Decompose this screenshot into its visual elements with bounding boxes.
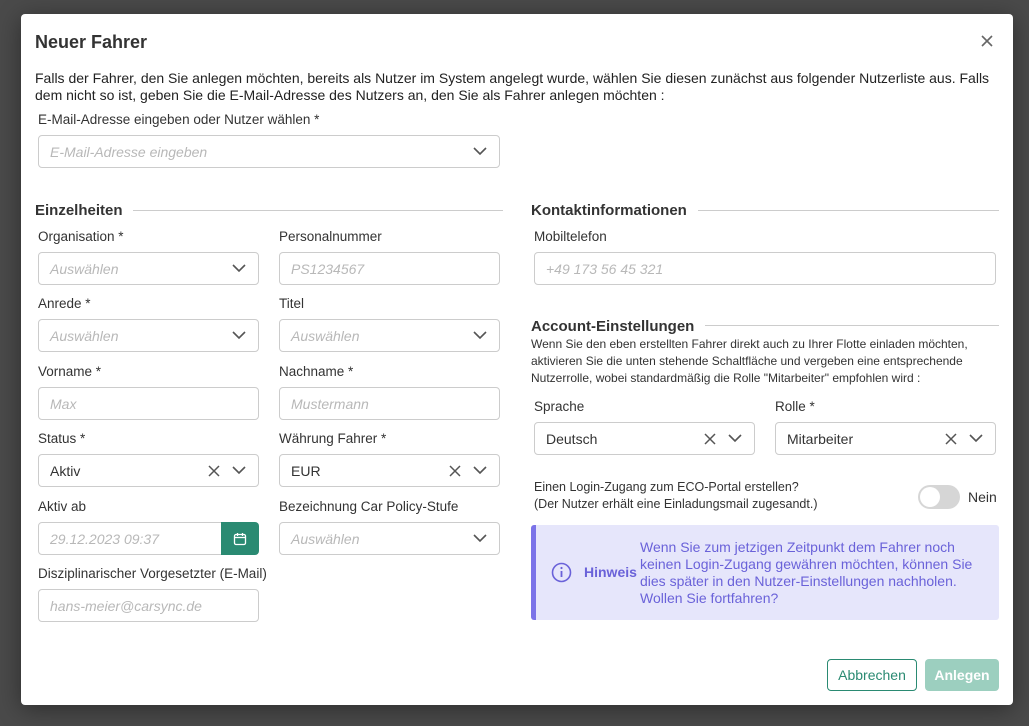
aktiv-ab-placeholder: 29.12.2023 09:37 <box>50 530 159 547</box>
create-button[interactable]: Anlegen <box>925 659 999 691</box>
nachname-input[interactable]: Mustermann <box>279 387 500 420</box>
personalnummer-label: Personalnummer <box>279 229 382 244</box>
clear-icon[interactable] <box>449 465 461 477</box>
cancel-button[interactable]: Abbrechen <box>827 659 917 691</box>
anrede-placeholder: Auswählen <box>50 327 119 344</box>
rolle-value: Mitarbeiter <box>787 430 854 447</box>
contact-section-title: Kontaktinformationen <box>531 202 687 219</box>
hint-label: Hinweis <box>584 564 637 580</box>
divider <box>698 210 999 211</box>
sprache-select[interactable]: Deutsch <box>534 422 755 455</box>
chevron-down-icon <box>728 434 742 443</box>
car-policy-label: Bezeichnung Car Policy-Stufe <box>279 499 459 514</box>
titel-select[interactable]: Auswählen <box>279 319 500 352</box>
organisation-label: Organisation * <box>38 229 124 244</box>
nachname-placeholder: Mustermann <box>291 395 369 412</box>
toggle-label: Nein <box>968 489 997 505</box>
login-toggle[interactable] <box>918 485 960 509</box>
clear-icon[interactable] <box>704 433 716 445</box>
status-select[interactable]: Aktiv <box>38 454 259 487</box>
calendar-button[interactable] <box>221 522 259 555</box>
chevron-down-icon <box>232 466 246 475</box>
sprache-label: Sprache <box>534 399 585 414</box>
clear-icon[interactable] <box>945 433 957 445</box>
titel-label: Titel <box>279 296 305 311</box>
mobil-label: Mobiltelefon <box>534 229 607 244</box>
mobil-placeholder: +49 173 56 45 321 <box>546 260 664 277</box>
status-value: Aktiv <box>50 462 81 479</box>
waehrung-select[interactable]: EUR <box>279 454 500 487</box>
titel-placeholder: Auswählen <box>291 327 360 344</box>
anrede-label: Anrede * <box>38 296 91 311</box>
toggle-knob <box>920 487 940 507</box>
new-driver-dialog: Neuer Fahrer Falls der Fahrer, den Sie a… <box>21 14 1013 705</box>
personalnummer-placeholder: PS1234567 <box>291 260 365 277</box>
account-section-title: Account-Einstellungen <box>531 318 695 335</box>
chevron-down-icon <box>473 147 487 156</box>
waehrung-label: Währung Fahrer * <box>279 431 387 446</box>
organisation-select[interactable]: Auswählen <box>38 252 259 285</box>
aktiv-ab-input[interactable]: 29.12.2023 09:37 <box>38 522 222 555</box>
login-note: (Der Nutzer erhält eine Einladungsmail z… <box>534 497 818 511</box>
email-select-label: E-Mail-Adresse eingeben oder Nutzer wähl… <box>38 112 320 127</box>
divider <box>705 325 999 326</box>
info-icon <box>551 562 572 583</box>
calendar-icon <box>233 532 247 545</box>
chevron-down-icon <box>473 534 487 543</box>
aktiv-ab-label: Aktiv ab <box>38 499 87 514</box>
hint-box: Hinweis Wenn Sie zum jetzigen Zeitpunkt … <box>531 525 999 620</box>
hint-text: Wenn Sie zum jetzigen Zeitpunkt dem Fahr… <box>640 539 973 606</box>
clear-icon[interactable] <box>208 465 220 477</box>
vorgesetzter-label: Disziplinarischer Vorgesetzter (E-Mail) <box>38 566 267 581</box>
dialog-intro: Falls der Fahrer, den Sie anlegen möchte… <box>35 70 990 103</box>
chevron-down-icon <box>232 331 246 340</box>
organisation-placeholder: Auswählen <box>50 260 119 277</box>
status-label: Status * <box>38 431 86 446</box>
chevron-down-icon <box>232 264 246 273</box>
vorgesetzter-input[interactable]: hans-meier@carsync.de <box>38 589 259 622</box>
sprache-value: Deutsch <box>546 430 598 447</box>
dialog-title: Neuer Fahrer <box>35 32 148 52</box>
car-policy-placeholder: Auswählen <box>291 530 360 547</box>
close-icon[interactable] <box>979 33 995 49</box>
vorname-placeholder: Max <box>50 395 77 412</box>
rolle-select[interactable]: Mitarbeiter <box>775 422 996 455</box>
chevron-down-icon <box>473 331 487 340</box>
waehrung-value: EUR <box>291 462 321 479</box>
nachname-label: Nachname * <box>279 364 354 379</box>
login-question: Einen Login-Zugang zum ECO-Portal erstel… <box>534 480 799 494</box>
chevron-down-icon <box>473 466 487 475</box>
vorname-label: Vorname * <box>38 364 102 379</box>
account-description: Wenn Sie den eben erstellten Fahrer dire… <box>531 337 968 385</box>
mobil-input[interactable]: +49 173 56 45 321 <box>534 252 996 285</box>
vorgesetzter-placeholder: hans-meier@carsync.de <box>50 597 202 614</box>
details-section-title: Einzelheiten <box>35 202 123 219</box>
personalnummer-input[interactable]: PS1234567 <box>279 252 500 285</box>
vorname-input[interactable]: Max <box>38 387 259 420</box>
divider <box>133 210 503 211</box>
car-policy-select[interactable]: Auswählen <box>279 522 500 555</box>
anrede-select[interactable]: Auswählen <box>38 319 259 352</box>
email-select[interactable]: E-Mail-Adresse eingeben <box>38 135 500 168</box>
chevron-down-icon <box>969 434 983 443</box>
email-select-placeholder: E-Mail-Adresse eingeben <box>50 143 208 160</box>
rolle-label: Rolle * <box>775 399 815 414</box>
